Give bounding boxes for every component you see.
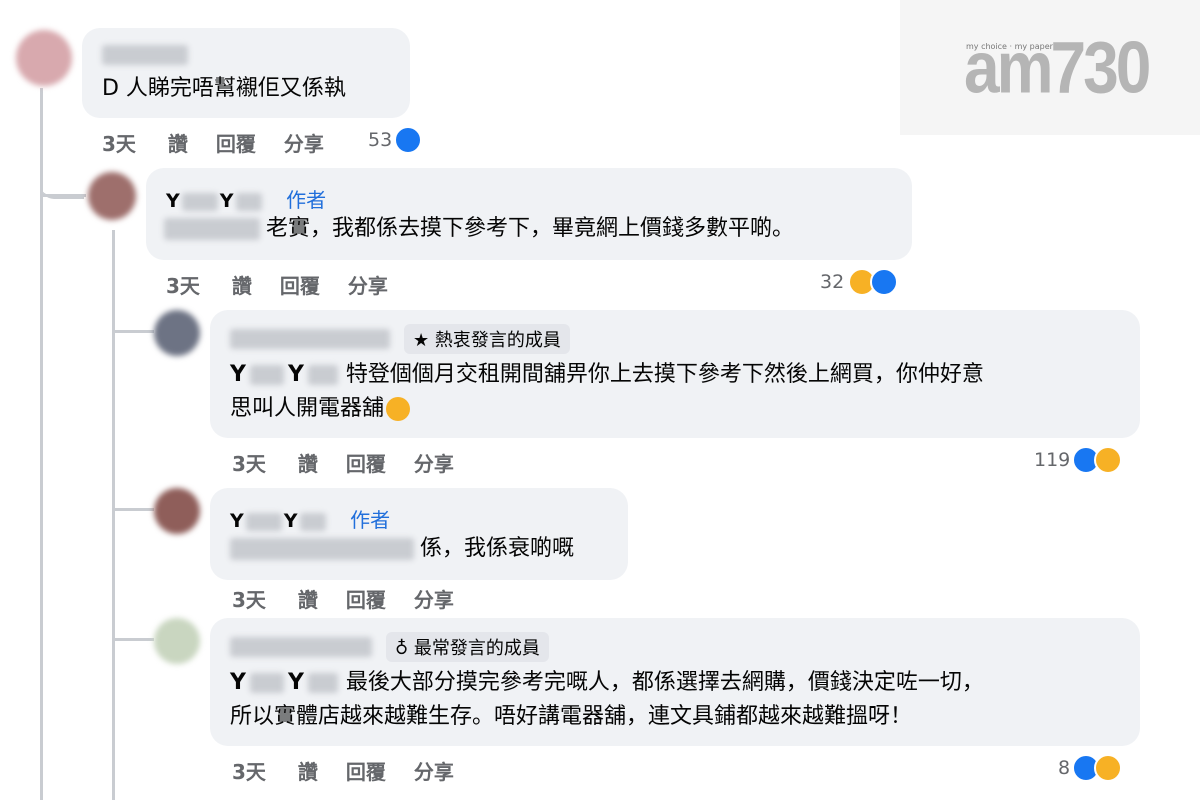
mention[interactable]: YY [230,362,346,387]
thread-connector [114,508,154,511]
avatar[interactable] [88,172,136,220]
star-icon: ★ [413,330,430,351]
comment-actions: 3天 讚回覆 分享 [232,584,482,613]
like-icon [870,268,899,296]
thread-connector [114,638,154,641]
haha-emoji-icon [1094,446,1123,474]
author-tag: 作者 [350,508,391,532]
timestamp[interactable]: 3天 [166,270,200,299]
timestamp[interactable]: 3天 [232,448,266,477]
reply-button[interactable]: 回覆 [280,270,320,299]
commenter-header: ★ 熱衷發言的成員 [230,324,570,354]
reply-button[interactable]: 回覆 [346,756,386,785]
comment-actions: 3天 讚回覆 分享 [166,270,416,299]
comment-actions: 3天 讚回覆 分享 [232,448,482,477]
comment-text: Y Y 特登個個月交租開間舖畀你上去摸下參考下然後上網買，你仲好意 [230,362,984,387]
reaction-summary[interactable]: 53 [368,126,423,154]
laughing-tears-emoji-icon [386,397,411,421]
comment-text: D 人睇完唔幫襯佢又係執 [102,76,346,101]
avatar[interactable] [154,488,200,534]
reaction-count: 8 [1058,757,1071,779]
share-button[interactable]: 分享 [348,270,388,299]
reply-button[interactable]: 回覆 [346,584,386,613]
thread-connector [42,194,86,197]
member-badge: ★ 熱衷發言的成員 [404,324,570,354]
reaction-count: 119 [1034,449,1071,471]
reply-button[interactable]: 回覆 [216,128,256,157]
like-button[interactable]: 讚 [298,584,318,613]
watermark-brand: am730 [964,25,1151,109]
comment-bubble: YY 作者 老實，我都係去摸下參考下，畢竟網上價錢多數平啲。 [146,168,912,260]
commenter-name[interactable]: YY 作者 [230,504,390,533]
reaction-summary[interactable]: 32 [820,268,899,296]
comment-actions: 3天 讚回覆 分享 [232,756,482,785]
avatar[interactable] [16,30,72,86]
timestamp[interactable]: 3天 [102,128,136,157]
avatar[interactable] [154,618,200,664]
sad-emoji-icon [1094,754,1123,782]
comment-text: 係，我係衰啲嘅 [230,532,574,566]
comment-actions: 3天 讚回覆 分享 [102,128,352,157]
timestamp[interactable]: 3天 [232,584,266,613]
share-button[interactable]: 分享 [414,756,454,785]
share-button[interactable]: 分享 [414,448,454,477]
reply-button[interactable]: 回覆 [346,448,386,477]
comment-text: Y Y 最後大部分摸完參考完嘅人，都係選擇去網購，價錢決定咗一切， [230,670,984,695]
member-badge: ♁ 最常發言的成員 [386,632,549,662]
like-button[interactable]: 讚 [232,270,252,299]
comment-bubble: ♁ 最常發言的成員 Y Y 最後大部分摸完參考完嘅人，都係選擇去網購，價錢決定咗一切… [210,618,1140,746]
comment-text: 老實，我都係去摸下參考下，畢竟網上價錢多數平啲。 [164,212,794,246]
reaction-summary[interactable]: 8 [1058,754,1123,782]
like-icon [394,126,423,154]
share-button[interactable]: 分享 [414,584,454,613]
commenter-header: ♁ 最常發言的成員 [230,632,549,662]
timestamp[interactable]: 3天 [232,756,266,785]
comment-bubble: YY 作者 係，我係衰啲嘅 [210,488,628,580]
comment-text-line2: 思叫人開電器舖 [230,392,411,426]
redacted-name[interactable] [230,637,372,657]
medal-icon: ♁ [395,638,409,659]
redacted-name[interactable] [230,329,390,349]
author-tag: 作者 [286,188,327,212]
like-button[interactable]: 讚 [168,128,188,157]
reaction-count: 53 [368,129,393,151]
comment-text-line2: 所以實體店越來越難生存。唔好講電器舖，連文具鋪都越來越難搵呀！ [230,704,913,729]
thread-line-replies [112,230,115,800]
like-button[interactable]: 讚 [298,448,318,477]
mention[interactable]: YY [230,670,346,695]
comment-bubble: ★ 熱衷發言的成員 Y Y 特登個個月交租開間舖畀你上去摸下參考下然後上網買，你仲好… [210,310,1140,438]
thread-connector [114,330,154,333]
redacted-name[interactable] [102,44,188,65]
commenter-name[interactable]: YY 作者 [166,184,326,213]
share-button[interactable]: 分享 [284,128,324,157]
comment-bubble: D 人睇完唔幫襯佢又係執 [82,28,410,118]
reaction-summary[interactable]: 119 [1034,446,1123,474]
am730-watermark: my choice · my paper am730 [900,0,1200,135]
avatar[interactable] [154,310,200,356]
like-button[interactable]: 讚 [298,756,318,785]
reaction-count: 32 [820,271,845,293]
